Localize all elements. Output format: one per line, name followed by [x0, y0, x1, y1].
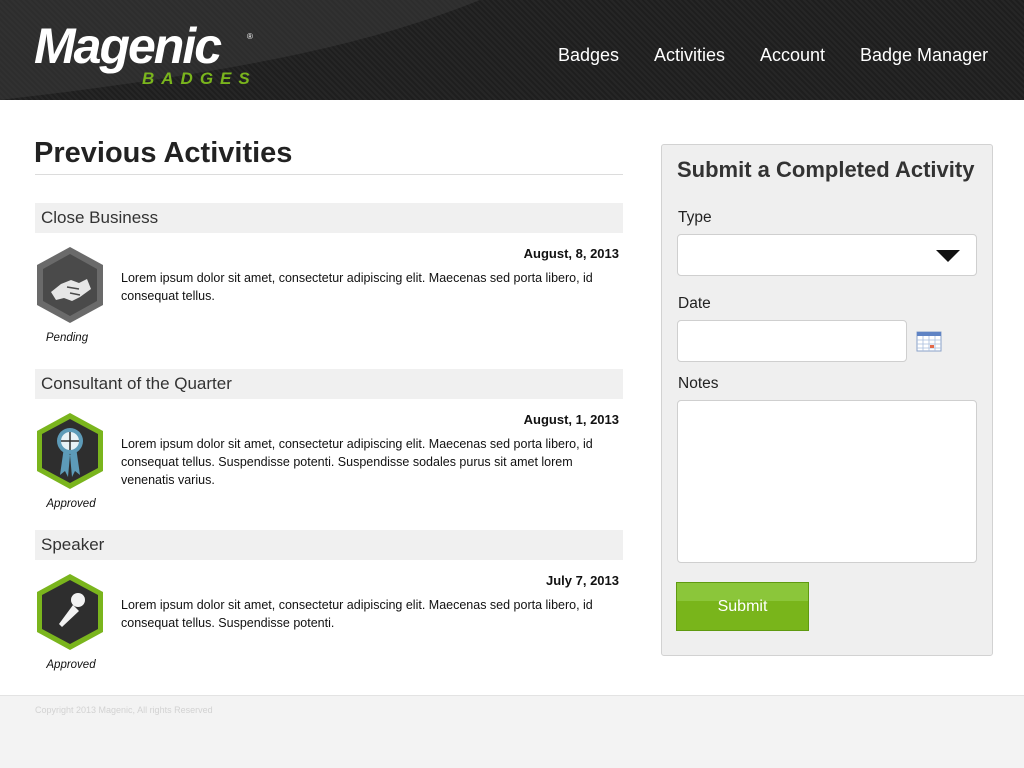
award-ribbon-icon — [37, 413, 103, 489]
activity-header: Consultant of the Quarter — [35, 369, 623, 399]
chevron-down-icon — [936, 250, 960, 262]
activity-description: Lorem ipsum dolor sit amet, consectetur … — [121, 598, 593, 630]
copyright-text: Copyright 2013 Magenic, All rights Reser… — [35, 705, 213, 715]
notes-textarea[interactable] — [677, 400, 977, 563]
date-input[interactable] — [677, 320, 907, 362]
activity-date: July 7, 2013 — [546, 573, 619, 588]
activity-status: Pending — [45, 332, 89, 344]
nav-badges[interactable]: Badges — [558, 43, 619, 67]
activity-status: Approved — [46, 659, 96, 671]
logo-subtitle: BADGES — [142, 69, 257, 88]
type-select[interactable] — [677, 234, 977, 276]
activity-description: Lorem ipsum dolor sit amet, consectetur … — [121, 271, 593, 303]
activity-description: Lorem ipsum dolor sit amet, consectetur … — [121, 437, 593, 487]
page-title: Previous Activities — [34, 137, 293, 169]
title-divider — [35, 174, 623, 175]
nav-account[interactable]: Account — [760, 43, 825, 67]
handshake-icon — [37, 247, 103, 323]
logo-registered-mark: ® — [247, 32, 253, 41]
activity-header: Close Business — [35, 203, 623, 233]
submit-button[interactable]: Submit — [676, 582, 809, 631]
activity-title: Speaker — [41, 535, 105, 554]
activity-header: Speaker — [35, 530, 623, 560]
activity-date: August, 8, 2013 — [523, 246, 619, 261]
magenic-badges-logo[interactable]: Magenic ® BADGES — [34, 18, 264, 94]
nav-badge-manager[interactable]: Badge Manager — [860, 43, 988, 67]
type-label: Type — [678, 209, 712, 226]
notes-label: Notes — [678, 375, 719, 392]
site-footer: Copyright 2013 Magenic, All rights Reser… — [0, 695, 1024, 768]
activity-status: Approved — [46, 498, 96, 510]
logo-wordmark: Magenic — [34, 18, 222, 74]
calendar-icon[interactable] — [916, 330, 942, 352]
microphone-icon — [37, 574, 103, 650]
activity-title: Close Business — [41, 208, 159, 227]
activity-title: Consultant of the Quarter — [41, 374, 232, 393]
activity-date: August, 1, 2013 — [523, 412, 619, 427]
nav-activities[interactable]: Activities — [654, 43, 725, 67]
date-label: Date — [678, 295, 711, 312]
site-header: Magenic ® BADGES Badges Activities Accou… — [0, 0, 1024, 100]
panel-title: Submit a Completed Activity — [677, 157, 975, 182]
